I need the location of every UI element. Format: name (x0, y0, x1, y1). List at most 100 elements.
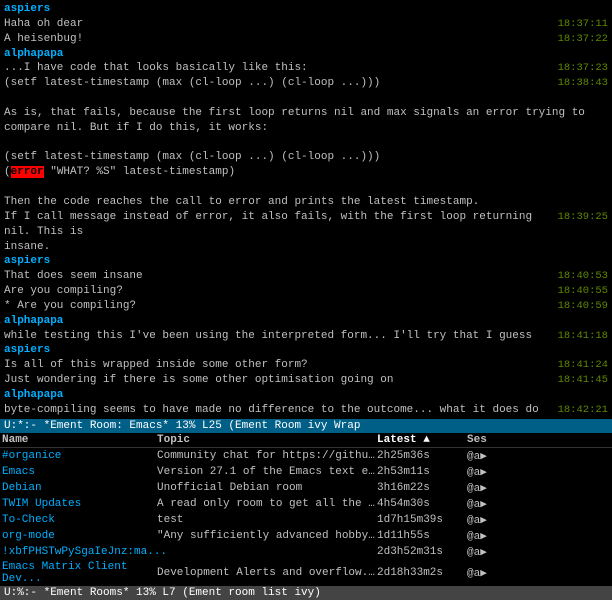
table-row[interactable]: !xbfPHSTwPySgaIeJnz:ma...2d3h52m31s@a▶ (0, 544, 612, 560)
timestamp: 18:41:45 (558, 373, 608, 387)
room-ses: @a▶ (467, 497, 507, 511)
chat-error-line: (error "WHAT? %S" latest-timestamp) (4, 165, 608, 180)
chat-line: compare nil. But if I do this, it works: (4, 121, 608, 136)
chat-text: Are you compiling? (4, 284, 550, 299)
room-name[interactable]: Debian (2, 482, 157, 494)
chat-text: while testing this I've been using the i… (4, 329, 550, 344)
chat-line: A heisenbug! 18:37:22 (4, 32, 608, 47)
chat-text: Haha oh dear (4, 17, 550, 32)
chat-text: ...I have code that looks basically like… (4, 61, 550, 76)
timestamp: 18:37:11 (558, 17, 608, 31)
statusbar-rooms: U:%:- *Ement Rooms* 13% L7 (Ement room l… (0, 586, 612, 600)
chat-text: A heisenbug! (4, 32, 550, 47)
username-alphapapa3: alphapapa (4, 388, 63, 403)
chat-line: As is, that fails, because the first loo… (4, 106, 608, 121)
room-topic: Development Alerts and overflow... (157, 567, 377, 579)
chat-area: aspiers Haha oh dear 18:37:11 A heisenbu… (0, 0, 612, 419)
room-ses: @a▶ (467, 529, 507, 543)
table-rows: #organice Community chat for https://gith… (0, 448, 612, 586)
room-link[interactable]: Debian (2, 482, 42, 494)
table-row[interactable]: #organice Community chat for https://gith… (0, 448, 612, 464)
chat-line: Are you compiling? 18:40:55 (4, 284, 608, 299)
room-link[interactable]: Emacs (2, 466, 35, 478)
error-line-text: (error "WHAT? %S" latest-timestamp) (4, 165, 600, 180)
chat-line: Haha oh dear 18:37:11 (4, 17, 608, 32)
username-alphapapa2: alphapapa (4, 314, 63, 329)
room-link[interactable]: org-mode (2, 530, 55, 542)
room-name[interactable]: Emacs Matrix Client Dev... (2, 561, 157, 585)
table-row[interactable]: Emacs Version 27.1 of the Emacs text e...… (0, 464, 612, 480)
chat-text: Then the code reaches the call to error … (4, 195, 600, 210)
col-header-latest: Latest ▲ (377, 434, 467, 446)
room-latest: 1d11h55s (377, 530, 467, 542)
room-name[interactable]: Emacs (2, 466, 157, 478)
chat-code-line: (setf latest-timestamp (max (cl-loop ...… (4, 150, 608, 165)
room-name[interactable]: #organice (2, 450, 157, 462)
chat-text: Is all of this wrapped inside some other… (4, 358, 550, 373)
room-name[interactable]: !xbfPHSTwPySgaIeJnz:ma... (2, 546, 157, 558)
room-name[interactable]: org-mode (2, 530, 157, 542)
room-latest: 1d7h15m39s (377, 514, 467, 526)
table-header: Name Topic Latest ▲ Ses (0, 433, 612, 448)
blank-line (4, 180, 608, 195)
statusbar-rooms-text: U:%:- *Ement Rooms* 13% L7 (Ement room l… (4, 587, 321, 599)
error-word: error (11, 166, 44, 178)
room-latest: 2h53m11s (377, 466, 467, 478)
room-link[interactable]: Emacs Matrix Client Dev... (2, 561, 127, 585)
room-ses: @a▶ (467, 545, 507, 559)
col-header-topic: Topic (157, 434, 377, 446)
room-name[interactable]: To-Check (2, 514, 157, 526)
chat-text: Just wondering if there is some other op… (4, 373, 550, 388)
room-link[interactable]: To-Check (2, 514, 55, 526)
chat-text: byte-compiling seems to have made no dif… (4, 403, 550, 419)
room-topic: Unofficial Debian room (157, 482, 377, 494)
room-latest: 2h25m36s (377, 450, 467, 462)
room-latest: 3h16m22s (377, 482, 467, 494)
room-name[interactable]: TWIM Updates (2, 498, 157, 510)
room-list: Name Topic Latest ▲ Ses #organice Communi… (0, 433, 612, 586)
timestamp: 18:37:22 (558, 32, 608, 46)
timestamp: 18:41:18 (558, 329, 608, 343)
timestamp: 18:42:21 (558, 403, 608, 417)
timestamp: 18:38:43 (558, 76, 608, 90)
table-row[interactable]: Emacs Matrix Client Dev... Development Al… (0, 560, 612, 586)
timestamp: 18:40:55 (558, 284, 608, 298)
chat-line: insane. (4, 240, 608, 255)
room-topic: test (157, 514, 377, 526)
room-ses: @a▶ (467, 566, 507, 580)
room-link[interactable]: !xbfPHSTwPySgaIeJnz:ma... (2, 546, 167, 558)
chat-text: If I call message instead of error, it a… (4, 210, 550, 240)
room-topic: A read only room to get all the ... (157, 498, 377, 510)
room-ses: @a▶ (467, 449, 507, 463)
room-ses: @a▶ (467, 481, 507, 495)
username-aspiers3: aspiers (4, 343, 50, 358)
room-link[interactable]: TWIM Updates (2, 498, 81, 510)
room-topic: Community chat for https://githu... (157, 450, 377, 462)
chat-line: If I call message instead of error, it a… (4, 210, 608, 240)
room-link[interactable]: #organice (2, 450, 61, 462)
col-header-ses: Ses (467, 434, 507, 446)
blank-line (4, 91, 608, 106)
chat-text: insane. (4, 240, 600, 255)
table-row[interactable]: org-mode "Any sufficiently advanced hobby… (0, 528, 612, 544)
table-row[interactable]: To-Checktest1d7h15m39s@a▶ (0, 512, 612, 528)
chat-line: Then the code reaches the call to error … (4, 195, 608, 210)
chat-line: * Are you compiling? 18:40:59 (4, 299, 608, 314)
chat-text: As is, that fails, because the first loo… (4, 106, 600, 121)
code-text: (setf latest-timestamp (max (cl-loop ...… (4, 150, 600, 165)
chat-line: ...I have code that looks basically like… (4, 61, 608, 76)
room-latest: 4h54m30s (377, 498, 467, 510)
timestamp: 18:40:53 (558, 269, 608, 283)
table-row[interactable]: TWIM Updates A read only room to get all … (0, 496, 612, 512)
statusbar-chat: U:*:- *Ement Room: Emacs* 13% L25 (Ement… (0, 419, 612, 433)
username-aspiers: aspiers (4, 2, 50, 17)
chat-line: Just wondering if there is some other op… (4, 373, 608, 388)
room-latest: 2d18h33m2s (377, 567, 467, 579)
code-text: (setf latest-timestamp (max (cl-loop ...… (4, 76, 550, 91)
timestamp: 18:40:59 (558, 299, 608, 313)
table-row[interactable]: Debian Unofficial Debian room3h16m22s@a▶ (0, 480, 612, 496)
room-topic: "Any sufficiently advanced hobby... (157, 530, 377, 542)
chat-message-user4: alphapapa (4, 314, 608, 329)
chat-code-line: (setf latest-timestamp (max (cl-loop ...… (4, 76, 608, 91)
room-topic: Version 27.1 of the Emacs text e... (157, 466, 377, 478)
